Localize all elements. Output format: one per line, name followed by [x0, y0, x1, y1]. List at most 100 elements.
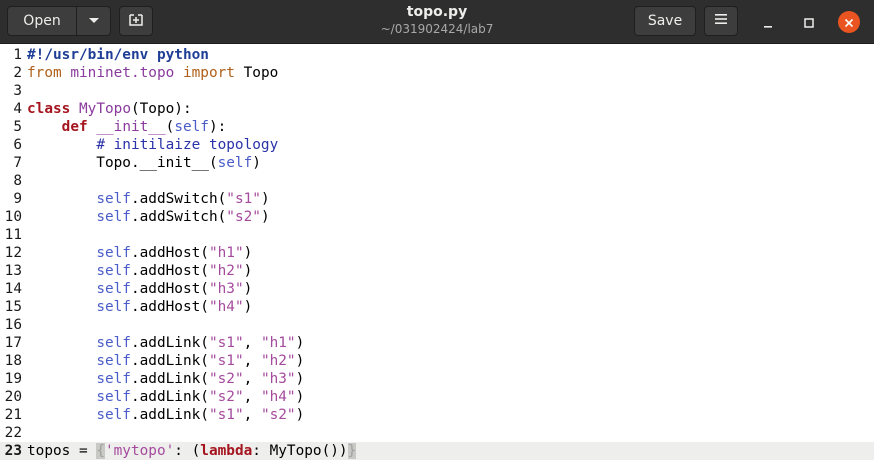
code-line[interactable]: 4 class MyTopo(Topo): — [0, 100, 874, 118]
code-token: __init__ — [96, 119, 166, 135]
code-token: ) — [295, 335, 305, 351]
code-line[interactable]: 20 self.addLink("s2", "h4") — [0, 388, 874, 406]
code-token: "s1" — [208, 335, 244, 351]
code-token: "s1" — [226, 191, 261, 207]
code-line[interactable]: 17 self.addLink("s1", "h1") — [0, 334, 874, 352]
new-tab-button[interactable] — [119, 6, 153, 36]
code-line[interactable]: 5 def __init__(self): — [0, 118, 874, 136]
code-line[interactable]: 9 self.addSwitch("s1") — [0, 190, 874, 208]
code-text: self.addLink("s1", "h2") — [27, 352, 304, 370]
code-line[interactable]: 10 self.addSwitch("s2") — [0, 208, 874, 226]
code-text: topos = {'mytopo': (lambda: MyTopo())} — [27, 442, 357, 460]
code-token: .addSwitch( — [130, 209, 227, 225]
line-number: 16 — [4, 317, 22, 333]
code-line[interactable]: 7 Topo.__init__(self) — [0, 154, 874, 172]
code-token: ) — [260, 191, 270, 207]
code-line[interactable]: 8 — [0, 172, 874, 190]
line-number: 20 — [4, 389, 22, 405]
code-text: self.addHost("h3") — [27, 280, 252, 298]
code-line[interactable]: 6 # initilaize topology — [0, 136, 874, 154]
code-token: "s2" — [208, 371, 244, 387]
code-token: self — [96, 263, 131, 279]
maximize-button[interactable] — [798, 11, 820, 33]
code-line[interactable]: 11 — [0, 226, 874, 244]
code-line[interactable]: 14 self.addHost("h3") — [0, 280, 874, 298]
code-token: self — [96, 335, 131, 351]
code-token: .addLink( — [130, 371, 209, 387]
code-token: "h3" — [260, 371, 296, 387]
open-button[interactable]: Open — [7, 6, 77, 36]
close-icon — [844, 13, 854, 32]
code-line[interactable]: 12 self.addHost("h1") — [0, 244, 874, 262]
code-text: class MyTopo(Topo): — [27, 100, 192, 118]
line-number: 1 — [13, 47, 22, 63]
code-token: ) — [295, 407, 305, 423]
code-token: "s1" — [208, 407, 244, 423]
code-token: self — [96, 407, 131, 423]
code-token: self — [96, 299, 131, 315]
code-editor[interactable]: 1 #!/usr/bin/env python 2 from mininet.topo… — [0, 44, 874, 468]
code-token: Topo — [234, 65, 279, 81]
code-line[interactable]: 13 self.addHost("h2") — [0, 262, 874, 280]
open-button-label: Open — [23, 13, 61, 29]
code-token: .addHost( — [130, 245, 209, 261]
code-text: # initilaize topology — [27, 136, 278, 154]
code-text: self.addSwitch("s2") — [27, 208, 269, 226]
line-number: 11 — [4, 227, 22, 243]
code-token: "h3" — [208, 281, 244, 297]
code-text: #!/usr/bin/env python — [27, 46, 209, 64]
line-number: 13 — [4, 263, 22, 279]
code-line[interactable]: 23 topos = {'mytopo': (lambda: MyTopo())} — [0, 442, 874, 460]
code-text: self.addLink("s1", "h1") — [27, 334, 304, 352]
code-line[interactable]: 19 self.addLink("s2", "h3") — [0, 370, 874, 388]
code-token: Topo.__init__( — [27, 155, 218, 171]
chevron-down-icon — [88, 13, 100, 29]
code-token: "h2" — [260, 353, 296, 369]
line-number: 2 — [13, 65, 22, 81]
code-token: self — [96, 191, 131, 207]
header-bar: Open topo.py ~/031902424/lab7 Save — [0, 0, 874, 44]
minimize-button[interactable] — [757, 11, 779, 33]
save-button[interactable]: Save — [634, 6, 696, 36]
code-token: .addHost( — [130, 263, 209, 279]
code-token: "h1" — [208, 245, 244, 261]
code-line[interactable]: 21 self.addLink("s1", "s2") — [0, 406, 874, 424]
code-token: "h1" — [260, 335, 296, 351]
line-number: 8 — [13, 173, 22, 189]
code-line[interactable]: 16 — [0, 316, 874, 334]
code-token: , — [243, 407, 261, 423]
line-number: 23 — [4, 443, 22, 459]
code-token: .addHost( — [130, 281, 209, 297]
code-line[interactable]: 18 self.addLink("s1", "h2") — [0, 352, 874, 370]
code-token: , — [243, 389, 261, 405]
code-token: .addLink( — [130, 335, 209, 351]
open-menu-button[interactable] — [76, 6, 111, 36]
code-token: mininet.topo — [70, 65, 175, 81]
code-token: .addLink( — [130, 389, 209, 405]
code-line[interactable]: 1 #!/usr/bin/env python — [0, 46, 874, 64]
code-token: ) — [243, 245, 253, 261]
close-button[interactable] — [838, 11, 860, 33]
code-token: { — [96, 443, 105, 459]
main-menu-button[interactable] — [704, 6, 738, 36]
code-token: self — [96, 389, 131, 405]
code-line[interactable]: 15 self.addHost("h4") — [0, 298, 874, 316]
line-number: 4 — [13, 101, 22, 117]
code-token: self — [96, 371, 131, 387]
code-token: ) — [243, 263, 253, 279]
code-line[interactable]: 3 — [0, 82, 874, 100]
code-line[interactable]: 22 — [0, 424, 874, 442]
code-token: "h4" — [208, 299, 244, 315]
code-text: self.addLink("s2", "h3") — [27, 370, 304, 388]
save-button-label: Save — [647, 13, 683, 29]
code-line[interactable]: 2 from mininet.topo import Topo — [0, 64, 874, 82]
